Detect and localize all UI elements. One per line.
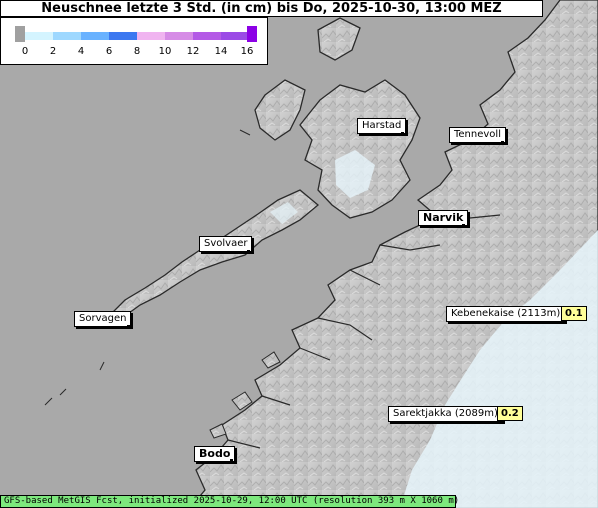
snow-value-kebenekaise: 0.1 bbox=[561, 306, 587, 321]
legend-swatch-4-6 bbox=[81, 32, 109, 40]
legend-tick-label: 12 bbox=[186, 46, 200, 57]
terrain-map bbox=[0, 0, 598, 508]
legend-swatch-0-2 bbox=[25, 32, 53, 40]
map-title: Neuschnee letzte 3 Std. (in cm) bis Do, … bbox=[0, 0, 543, 17]
city-marker-bodo bbox=[230, 459, 233, 462]
city-label-svolvaer[interactable]: Svolvaer bbox=[199, 236, 253, 252]
legend-tick-label: 14 bbox=[214, 46, 228, 57]
legend-swatch-2-4 bbox=[53, 32, 81, 40]
city-marker-harstad bbox=[401, 132, 404, 135]
legend-swatch-6-8 bbox=[109, 32, 137, 40]
city-label-sorvagen[interactable]: Sorvagen bbox=[74, 311, 132, 327]
legend-tick-label: 2 bbox=[49, 46, 57, 57]
legend-colorbar bbox=[15, 26, 257, 42]
legend-tick-label: 16 bbox=[240, 46, 254, 57]
legend-swatch-14-16 bbox=[221, 32, 247, 40]
city-marker-sorvagen bbox=[127, 325, 130, 328]
city-marker-svolvaer bbox=[247, 250, 250, 253]
legend-swatch-no-snow bbox=[15, 26, 25, 42]
snow-legend: 0 2 4 6 8 10 12 14 16 bbox=[0, 17, 268, 65]
legend-tick-label: 0 bbox=[21, 46, 29, 57]
city-marker-narvik bbox=[462, 224, 465, 227]
forecast-info-footer: GFS-based MetGIS Fcst, initialized 2025-… bbox=[0, 495, 459, 508]
city-label-narvik[interactable]: Narvik bbox=[418, 210, 469, 226]
legend-swatch-10-12 bbox=[165, 32, 193, 40]
legend-tick-label: 8 bbox=[133, 46, 141, 57]
legend-tick-label: 6 bbox=[105, 46, 113, 57]
city-label-sarektjakka[interactable]: Sarektjakka (2089m) bbox=[388, 406, 503, 422]
city-label-harstad[interactable]: Harstad bbox=[357, 118, 407, 134]
legend-tick-label: 10 bbox=[158, 46, 172, 57]
legend-swatch-over-16 bbox=[247, 26, 257, 42]
city-marker-tennevoll bbox=[501, 141, 504, 144]
city-label-tennevoll[interactable]: Tennevoll bbox=[449, 127, 506, 143]
legend-swatch-8-10 bbox=[137, 32, 165, 40]
snow-value-sarektjakka: 0.2 bbox=[497, 406, 523, 421]
legend-tick-label: 4 bbox=[77, 46, 85, 57]
legend-swatch-12-14 bbox=[193, 32, 221, 40]
city-label-kebenekaise[interactable]: Kebenekaise (2113m) bbox=[446, 306, 566, 322]
